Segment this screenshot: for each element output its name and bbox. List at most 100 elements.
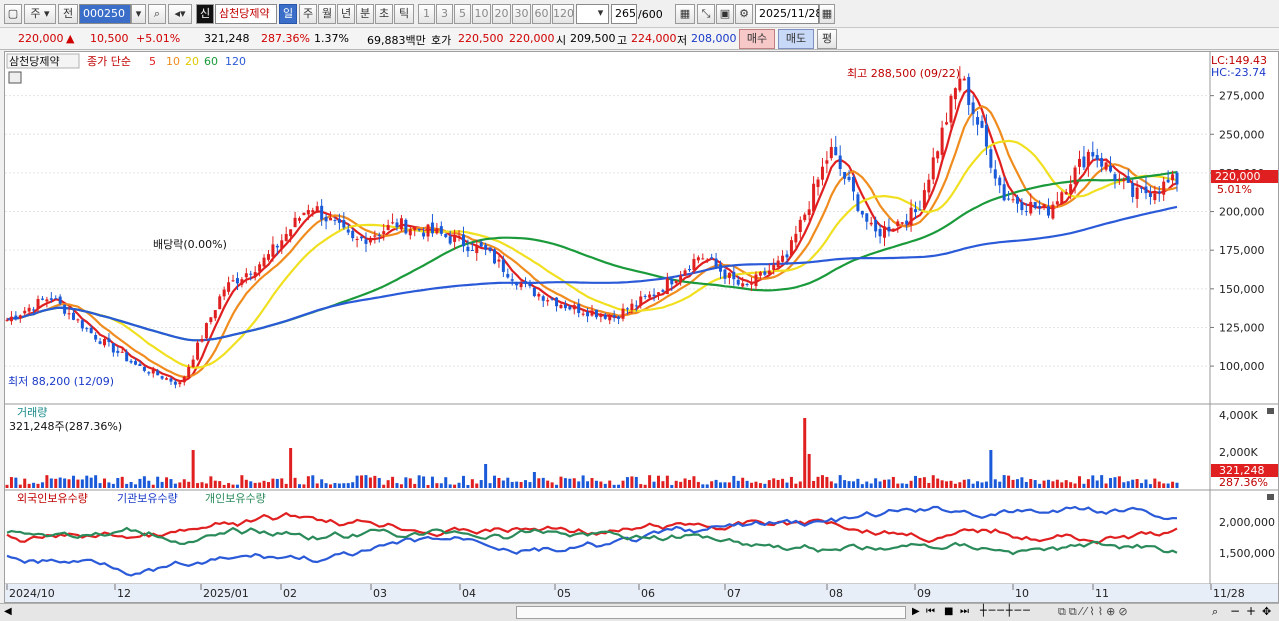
volume-bar bbox=[976, 481, 980, 488]
volume-bar bbox=[820, 475, 824, 488]
price-change-pct: +5.01% bbox=[136, 32, 181, 45]
volume-bar bbox=[812, 481, 816, 488]
interval-10[interactable]: 10 bbox=[472, 4, 491, 24]
volume-panel-close-icon[interactable] bbox=[1267, 408, 1274, 414]
zoom-icon[interactable]: ⌕ bbox=[1212, 605, 1218, 619]
volume-bar bbox=[807, 454, 811, 488]
draw-tools-strip-icon[interactable]: ⧉⧉⁄⁄⌇⌇⊕⊘ bbox=[1058, 605, 1131, 619]
calendar-icon[interactable]: ▦ bbox=[819, 4, 835, 24]
interval-1[interactable]: 1 bbox=[418, 4, 435, 24]
interval-5[interactable]: 5 bbox=[454, 4, 471, 24]
interval-3[interactable]: 3 bbox=[436, 4, 453, 24]
code-input[interactable]: 000250 bbox=[79, 4, 131, 24]
candle-body bbox=[927, 179, 931, 193]
table-icon[interactable] bbox=[8, 71, 22, 84]
prev-button[interactable]: 전 bbox=[58, 4, 78, 24]
volume-bar bbox=[776, 479, 780, 488]
settings-gear-icon[interactable]: ⚙ bbox=[735, 4, 753, 24]
tab-period-tick[interactable]: 틱 bbox=[394, 4, 414, 24]
stop-icon[interactable]: ■ bbox=[944, 606, 953, 617]
sell-button[interactable]: 매도 bbox=[778, 29, 814, 49]
candle-body bbox=[754, 274, 758, 287]
candle-body bbox=[430, 222, 434, 234]
layout-icon[interactable]: ▢ bbox=[4, 4, 22, 24]
volume-bar bbox=[532, 472, 536, 488]
tab-period-month[interactable]: 월 bbox=[318, 4, 336, 24]
scroll-right-icon[interactable]: ▶ bbox=[912, 606, 920, 617]
volume-bar bbox=[745, 480, 749, 488]
toolbar: ▢ 주 ▾ 전 000250 ▾ ⌕ ◂▾ 신 삼천당제약 일 주 월 년 분 … bbox=[0, 0, 1279, 28]
date-input[interactable]: 2025/11/28 bbox=[755, 4, 822, 24]
volume-bar bbox=[1011, 479, 1015, 488]
tab-period-day[interactable]: 일 bbox=[279, 4, 297, 24]
buy-button[interactable]: 매수 bbox=[739, 29, 775, 49]
save-icon[interactable]: ▣ bbox=[716, 4, 734, 24]
draw-tools-icon[interactable]: ⤡ bbox=[697, 4, 715, 24]
candle-body bbox=[953, 88, 957, 100]
volume-bar bbox=[679, 481, 683, 488]
zoom-in-icon[interactable]: + bbox=[1246, 604, 1256, 618]
volume-bar bbox=[386, 480, 390, 488]
scroll-last-icon[interactable]: ⏭ bbox=[960, 606, 969, 617]
tab-period-second[interactable]: 초 bbox=[375, 4, 393, 24]
candle-body bbox=[603, 314, 607, 319]
code-dropdown-icon[interactable]: ▾ bbox=[131, 4, 146, 24]
horizontal-scrollbar[interactable]: ◀ ▶ ⏮ ■ ⏭ ┼──┼── ⧉⧉⁄⁄⌇⌇⊕⊘ ⌕ − + ✥ bbox=[0, 603, 1279, 621]
candle-body bbox=[962, 78, 966, 81]
scroll-first-icon[interactable]: ⏮ bbox=[926, 606, 935, 617]
price-tick-label: 100,000 bbox=[1219, 360, 1265, 373]
expand-icon[interactable]: ✥ bbox=[1262, 605, 1271, 618]
interval-20[interactable]: 20 bbox=[492, 4, 511, 24]
volume-bar bbox=[346, 483, 350, 488]
volume-bar bbox=[1015, 479, 1019, 488]
volume-bar bbox=[1095, 480, 1099, 488]
candle-body bbox=[240, 279, 244, 285]
volume-bar bbox=[213, 480, 217, 488]
candle-body bbox=[772, 264, 776, 270]
eval-button[interactable]: 평 bbox=[817, 29, 837, 49]
volume-bar bbox=[1007, 475, 1011, 488]
price-tick-label: 175,000 bbox=[1219, 244, 1265, 257]
stock-chart[interactable]: 275,000250,000225,000200,000175,000150,0… bbox=[5, 52, 1278, 602]
candle-body bbox=[266, 254, 270, 260]
market-select[interactable]: 주 ▾ bbox=[24, 4, 56, 24]
candle-body bbox=[1060, 192, 1064, 204]
candle-body bbox=[49, 298, 53, 300]
candle-body bbox=[532, 287, 536, 297]
interval-120[interactable]: 120 bbox=[552, 4, 574, 24]
scroll-left-icon[interactable]: ◀ bbox=[4, 606, 12, 617]
speaker-icon[interactable]: ◂▾ bbox=[168, 4, 192, 24]
candle-body bbox=[178, 382, 182, 385]
stock-name: 삼천당제약 bbox=[215, 4, 277, 24]
volume-bar bbox=[599, 481, 603, 488]
candle-body bbox=[1029, 201, 1033, 214]
scroll-thumb[interactable] bbox=[516, 606, 906, 619]
candle-body bbox=[630, 303, 634, 311]
holding-panel-close-icon[interactable] bbox=[1267, 494, 1274, 500]
interval-60[interactable]: 60 bbox=[532, 4, 551, 24]
zoom-slider-icon[interactable]: ┼──┼── bbox=[980, 604, 1032, 617]
volume-bar bbox=[1069, 482, 1073, 488]
volume-bar bbox=[829, 481, 833, 488]
tab-period-minute[interactable]: 분 bbox=[356, 4, 374, 24]
zoom-out-icon[interactable]: − bbox=[1230, 604, 1240, 618]
volume-bar bbox=[843, 480, 847, 488]
candle-body bbox=[470, 250, 474, 252]
count-input[interactable]: 265 bbox=[611, 4, 637, 24]
candle-body bbox=[1078, 158, 1081, 167]
candle-body bbox=[1117, 178, 1121, 180]
volume-bar bbox=[927, 482, 931, 488]
interval-30[interactable]: 30 bbox=[512, 4, 531, 24]
chart-tools-icon[interactable]: ▦ bbox=[675, 4, 695, 24]
tab-period-year[interactable]: 년 bbox=[337, 4, 355, 24]
candle-body bbox=[617, 316, 621, 319]
volume-bar bbox=[887, 479, 891, 488]
volume-bar bbox=[625, 477, 629, 488]
volume-bar bbox=[541, 477, 545, 488]
volume-bar bbox=[519, 481, 523, 488]
chart-area[interactable]: 275,000250,000225,000200,000175,000150,0… bbox=[4, 51, 1279, 603]
search-icon[interactable]: ⌕ bbox=[148, 4, 166, 24]
interval-dropdown-icon[interactable]: ▾ bbox=[593, 4, 608, 24]
candle-body bbox=[1122, 179, 1126, 182]
tab-period-week[interactable]: 주 bbox=[299, 4, 317, 24]
